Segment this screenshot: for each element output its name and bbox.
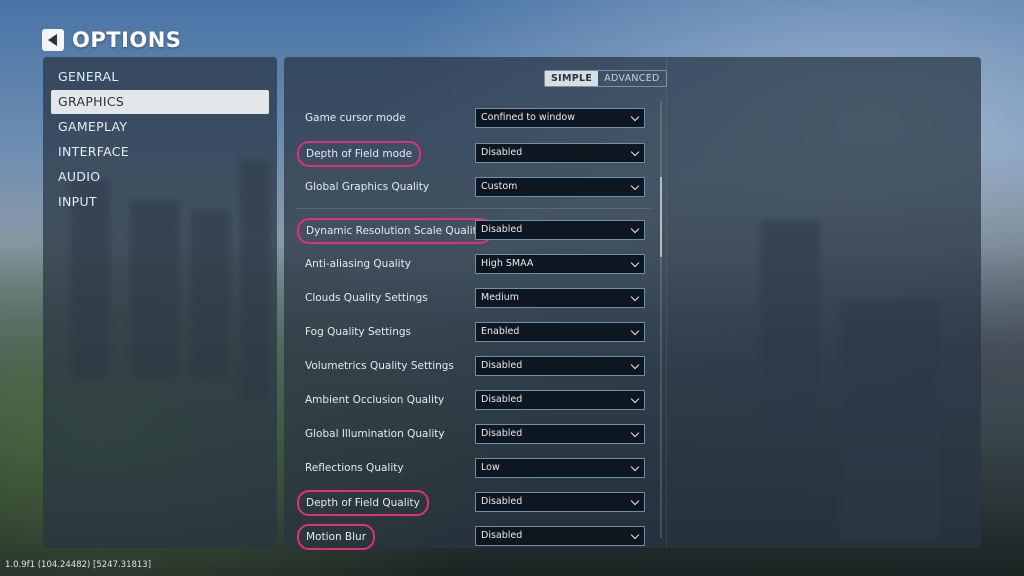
game-cursor-mode-dropdown[interactable]: Confined to window (475, 108, 645, 128)
setting-row-global-illumination-quality: Global Illumination Quality Disabled (296, 423, 651, 447)
chevron-down-icon (630, 428, 640, 438)
setting-row-game-cursor-mode: Game cursor mode Confined to window (296, 107, 651, 131)
dynamic-resolution-scale-quality-dropdown[interactable]: Disabled (475, 220, 645, 240)
chevron-down-icon (630, 181, 640, 191)
setting-label: Game cursor mode (305, 112, 406, 124)
anti-aliasing-quality-dropdown[interactable]: High SMAA (475, 254, 645, 274)
mode-toggle: SIMPLE ADVANCED (544, 70, 667, 87)
setting-row-global-graphics-quality: Global Graphics Quality Custom (296, 176, 651, 200)
fog-quality-settings-dropdown[interactable]: Enabled (475, 322, 645, 342)
setting-row-fog-quality-settings: Fog Quality Settings Enabled (296, 321, 651, 345)
sidebar-item-general[interactable]: GENERAL (51, 65, 269, 89)
version-label: 1.0.9f1 (104.24482) [5247.31813] (5, 560, 152, 570)
chevron-down-icon (630, 360, 640, 370)
sidebar-item-input[interactable]: INPUT (51, 190, 269, 214)
global-illumination-quality-dropdown[interactable]: Disabled (475, 424, 645, 444)
chevron-down-icon (630, 147, 640, 157)
motion-blur-dropdown[interactable]: Disabled (475, 526, 645, 546)
setting-row-motion-blur: Motion Blur Disabled (296, 524, 651, 550)
setting-row-volumetrics-quality-settings: Volumetrics Quality Settings Disabled (296, 355, 651, 379)
dropdown-value: Disabled (481, 428, 523, 439)
chevron-down-icon (630, 326, 640, 336)
options-sidebar: GENERAL GRAPHICS GAMEPLAY INTERFACE AUDI… (43, 57, 277, 548)
setting-row-depth-of-field-mode: Depth of Field mode Disabled (296, 141, 651, 167)
dropdown-value: Low (481, 462, 500, 473)
page-title: OPTIONS (72, 28, 182, 52)
dropdown-value: Custom (481, 181, 518, 192)
setting-row-anti-aliasing-quality: Anti-aliasing Quality High SMAA (296, 253, 651, 277)
chevron-down-icon (630, 112, 640, 122)
chevron-down-icon (630, 462, 640, 472)
chevron-down-icon (630, 496, 640, 506)
chevron-down-icon (630, 530, 640, 540)
setting-label: Fog Quality Settings (305, 326, 412, 338)
setting-label: Volumetrics Quality Settings (305, 360, 454, 372)
dropdown-value: Disabled (481, 147, 523, 158)
setting-row-dynamic-resolution-scale-quality: Dynamic Resolution Scale Quality Disable… (296, 218, 651, 244)
chevron-down-icon (630, 292, 640, 302)
dropdown-value: High SMAA (481, 258, 534, 269)
setting-label: Dynamic Resolution Scale Quality (297, 218, 492, 244)
dropdown-value: Disabled (481, 496, 523, 507)
advanced-mode-button[interactable]: ADVANCED (598, 71, 666, 86)
depth-of-field-quality-dropdown[interactable]: Disabled (475, 492, 645, 512)
chevron-down-icon (630, 224, 640, 234)
dropdown-value: Enabled (481, 326, 520, 337)
ambient-occlusion-quality-dropdown[interactable]: Disabled (475, 390, 645, 410)
sidebar-item-interface[interactable]: INTERFACE (51, 140, 269, 164)
chevron-down-icon (630, 394, 640, 404)
dropdown-value: Confined to window (481, 112, 575, 123)
back-arrow-icon (47, 34, 57, 46)
dropdown-value: Disabled (481, 530, 523, 541)
setting-label: Reflections Quality (305, 462, 404, 474)
chevron-down-icon (630, 258, 640, 268)
setting-label: Global Graphics Quality (305, 181, 430, 193)
setting-label: Global Illumination Quality (305, 428, 445, 440)
sidebar-item-audio[interactable]: AUDIO (51, 165, 269, 189)
dropdown-value: Disabled (481, 224, 523, 235)
dropdown-value: Disabled (481, 394, 523, 405)
setting-row-depth-of-field-quality: Depth of Field Quality Disabled (296, 490, 651, 516)
depth-of-field-mode-dropdown[interactable]: Disabled (475, 143, 645, 163)
setting-label: Anti-aliasing Quality (305, 258, 411, 270)
sidebar-item-graphics[interactable]: GRAPHICS (51, 90, 269, 114)
sidebar-item-gameplay[interactable]: GAMEPLAY (51, 115, 269, 139)
setting-label: Depth of Field Quality (297, 490, 429, 516)
settings-list: SIMPLE ADVANCED Game cursor mode Confine… (284, 57, 667, 550)
scrollbar-track[interactable] (660, 101, 662, 538)
back-button[interactable] (42, 29, 64, 51)
clouds-quality-settings-dropdown[interactable]: Medium (475, 288, 645, 308)
reflections-quality-dropdown[interactable]: Low (475, 458, 645, 478)
simple-mode-button[interactable]: SIMPLE (545, 71, 599, 86)
options-header: OPTIONS (42, 28, 181, 52)
setting-label: Motion Blur (297, 524, 376, 550)
setting-row-clouds-quality-settings: Clouds Quality Settings Medium (296, 287, 651, 311)
section-divider (296, 208, 651, 209)
global-graphics-quality-dropdown[interactable]: Custom (475, 177, 645, 197)
graphics-settings-panel: SIMPLE ADVANCED Game cursor mode Confine… (284, 57, 981, 550)
scrollbar-thumb[interactable] (660, 177, 662, 257)
setting-row-reflections-quality: Reflections Quality Low (296, 457, 651, 481)
volumetrics-quality-settings-dropdown[interactable]: Disabled (475, 356, 645, 376)
setting-row-ambient-occlusion-quality: Ambient Occlusion Quality Disabled (296, 389, 651, 413)
dropdown-value: Disabled (481, 360, 523, 371)
setting-label: Depth of Field mode (297, 141, 422, 167)
setting-label: Clouds Quality Settings (305, 292, 428, 304)
dropdown-value: Medium (481, 292, 519, 303)
setting-label: Ambient Occlusion Quality (305, 394, 445, 406)
